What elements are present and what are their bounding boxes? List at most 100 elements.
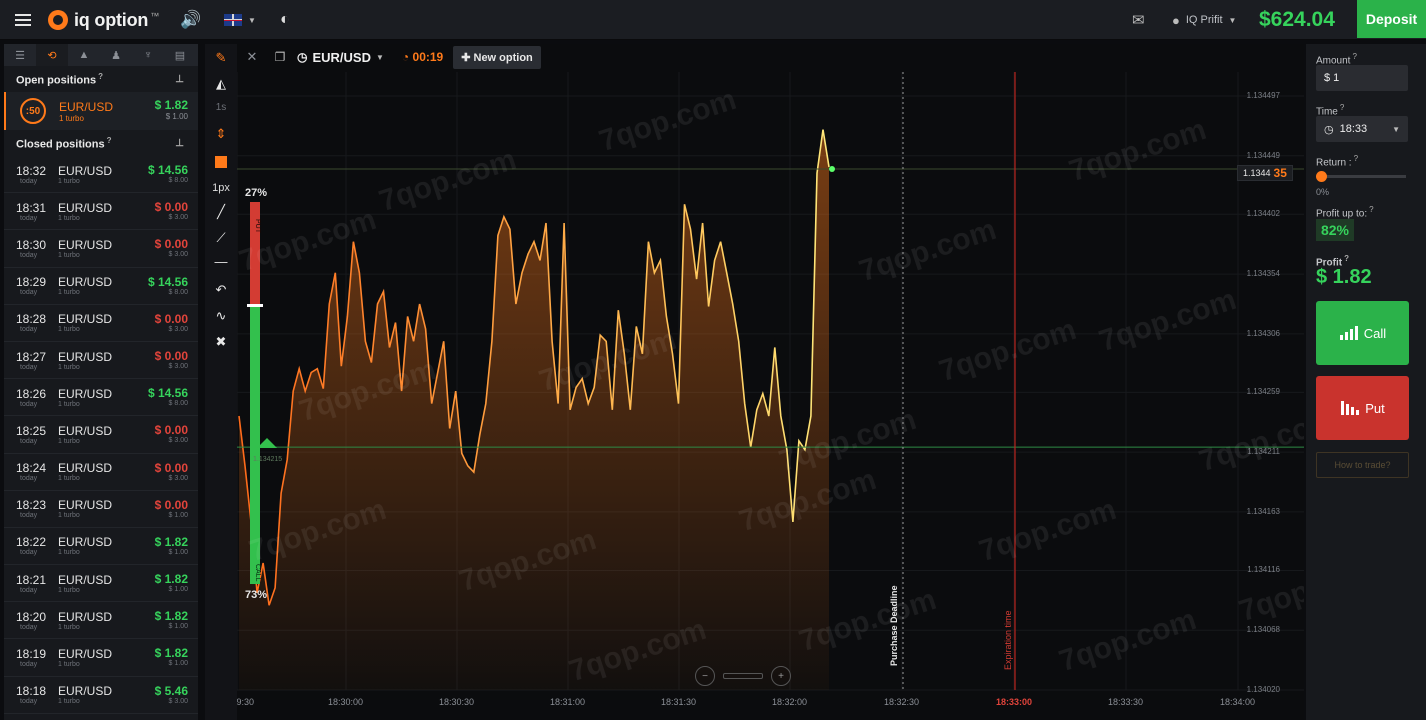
position-time: 18:32 today [16, 164, 58, 185]
line-width-selector[interactable]: 1px [205, 182, 237, 194]
menu-icon[interactable] [14, 0, 32, 40]
position-stake: $ 8.00 [168, 400, 188, 408]
closed-position-row[interactable]: 18:18 today EUR/USD 1 turbo $ 5.46 $ 3.00 [4, 677, 198, 714]
closed-position-row[interactable]: 18:31 today EUR/USD 1 turbo $ 0.00 $ 3.00 [4, 193, 198, 231]
chart-tab-icon[interactable]: ▲ [68, 44, 100, 66]
put-button[interactable]: Put [1316, 376, 1409, 440]
language-selector[interactable]: ▼ [224, 0, 256, 40]
indicator-icon[interactable]: ∿ [205, 308, 237, 324]
speaker-icon[interactable]: 🔊 [180, 0, 201, 40]
closed-position-row[interactable]: 18:24 today EUR/USD 1 turbo $ 0.00 $ 3.00 [4, 454, 198, 491]
balance[interactable]: $624.04 [1259, 0, 1335, 40]
expiration-time-label: Expiration time [1003, 610, 1013, 670]
people-tab-icon[interactable]: ♟ [100, 44, 132, 66]
position-time-value: 18:21 [16, 572, 47, 587]
x-tick-label: 18:32:00 [772, 697, 808, 707]
put-percentage: 27% [245, 187, 268, 199]
logo[interactable]: iq option ™ [48, 0, 159, 40]
bulb-icon[interactable]: ◐ [280, 0, 290, 40]
closed-position-row[interactable]: 18:23 today EUR/USD 1 turbo $ 0.00 $ 1.00 [4, 491, 198, 528]
closed-position-row[interactable]: 18:19 today EUR/USD 1 turbo $ 1.82 $ 1.00 [4, 639, 198, 677]
closed-position-row[interactable]: 18:21 today EUR/USD 1 turbo $ 1.82 $ 1.00 [4, 565, 198, 603]
video-tab-icon[interactable]: ▤ [164, 44, 196, 66]
zoom-slider[interactable] [723, 673, 763, 679]
tournament-tab-icon[interactable]: ♆ [132, 44, 164, 66]
position-day: today [20, 437, 38, 445]
close-icon[interactable]: ✕ [237, 49, 267, 65]
zoom-out-icon[interactable]: − [695, 666, 715, 686]
deposit-button[interactable]: Deposit [1357, 0, 1426, 38]
position-asset: EUR/USD 1 turbo [58, 610, 112, 631]
position-value: $ 0.00 $ 1.00 [155, 498, 188, 519]
return-slider-track[interactable] [1318, 175, 1406, 178]
time-selector[interactable]: ◷ 18:33 ▼ [1316, 116, 1408, 142]
amount-input[interactable]: $ 1 [1316, 65, 1408, 91]
copy-icon[interactable]: ❐ [267, 50, 293, 64]
position-time: 18:19 today [16, 647, 58, 668]
candle-type-icon[interactable]: ⇕ [205, 126, 237, 142]
position-time: 18:31 today [16, 201, 58, 222]
return-slider-handle[interactable] [1316, 171, 1327, 182]
undo-icon[interactable]: ↶ [205, 282, 237, 298]
position-day: today [20, 289, 38, 297]
closed-position-row[interactable]: 18:26 today EUR/USD 1 turbo $ 14.56 $ 8.00 [4, 379, 198, 417]
x-tick-label: 18:34:00 [1220, 697, 1256, 707]
y-tick-label: 1.134163 [1246, 506, 1280, 516]
y-tick-label: 1.134020 [1246, 685, 1280, 694]
line-tool-icon[interactable]: ╱ [205, 204, 237, 220]
history-tab-icon[interactable]: ⟲ [36, 44, 68, 66]
closed-position-row[interactable]: 18:25 today EUR/USD 1 turbo $ 0.00 $ 3.00 [4, 416, 198, 454]
position-time: 18:29 today [16, 275, 58, 296]
position-day: today [20, 400, 38, 408]
position-symbol: EUR/USD [58, 535, 113, 550]
pin-icon[interactable]: ⊥ [175, 74, 184, 85]
position-stake: $ 1.00 [165, 112, 188, 121]
position-type: 1 turbo [58, 549, 80, 557]
position-value: $ 0.00 $ 3.00 [155, 349, 188, 370]
position-time: 18:20 today [16, 610, 58, 631]
call-button[interactable]: Call [1316, 301, 1409, 365]
y-tick-label: 1.134116 [1247, 565, 1280, 575]
open-position-row[interactable]: :50 EUR/USD 1 turbo $ 1.82 $ 1.00 [4, 92, 198, 130]
how-to-trade-button[interactable]: How to trade? [1316, 452, 1409, 478]
clock-icon: ◷ [1324, 123, 1334, 136]
closed-position-row[interactable]: 18:27 today EUR/USD 1 turbo $ 0.00 $ 3.00 [4, 342, 198, 380]
timeframe-icon[interactable]: 1s [205, 102, 237, 113]
position-result: $ 1.82 [154, 572, 188, 587]
position-asset: EUR/USD 1 turbo [58, 424, 112, 445]
mail-icon[interactable]: ✉ [1132, 0, 1145, 40]
closed-position-row[interactable]: 18:30 today EUR/USD 1 turbo $ 0.00 $ 3.00 [4, 230, 198, 268]
position-time-value: 18:20 [16, 609, 47, 624]
position-asset: EUR/USD 1 turbo [58, 647, 112, 668]
closed-position-row[interactable]: 18:29 today EUR/USD 1 turbo $ 14.56 $ 8.00 [4, 268, 198, 305]
new-option-button[interactable]: ✚ New option [453, 45, 541, 69]
closed-positions-header: Closed positions? ⊥ [4, 130, 198, 156]
delete-icon[interactable]: ✖ [205, 334, 237, 350]
horizontal-line-icon[interactable]: — [205, 254, 237, 269]
area-chart-icon[interactable]: ◭ [205, 76, 237, 92]
position-stake: $ 3.00 [168, 474, 188, 482]
closed-position-row[interactable]: 18:28 today EUR/USD 1 turbo $ 0.00 $ 3.00 [4, 305, 198, 342]
position-asset: EUR/USD 1 turbo [58, 350, 112, 371]
color-swatch-icon[interactable] [215, 156, 227, 168]
asset-selector[interactable]: ◷ EUR/USD ▼ [293, 50, 392, 65]
chart-canvas[interactable]: PUT CALL 1.134215 [237, 44, 1304, 720]
pencil-icon[interactable]: ✎ [205, 50, 237, 66]
position-result: $ 0.00 [154, 237, 188, 252]
zoom-in-icon[interactable]: + [771, 666, 791, 686]
position-time-value: 18:19 [16, 647, 47, 662]
user-menu[interactable]: ● IQ Prifit ▼ [1172, 0, 1236, 40]
price-chart[interactable]: PUT CALL 1.134215 ✕ ❐ ◷ EUR/USD ▼ ◔ 00:19 … [237, 44, 1304, 720]
closed-position-row[interactable]: 18:20 today EUR/USD 1 turbo $ 1.82 $ 1.00 [4, 602, 198, 640]
closed-position-row[interactable]: 18:22 today EUR/USD 1 turbo $ 1.82 $ 1.00 [4, 528, 198, 566]
ray-tool-icon[interactable]: ⟋ [205, 230, 237, 246]
position-day: today [20, 512, 38, 520]
current-price-tag: 1.1344 35 [1237, 165, 1293, 181]
menu-tab-icon[interactable]: ☰ [4, 44, 36, 66]
closed-position-row[interactable]: 18:32 today EUR/USD 1 turbo $ 14.56 $ 8.00 [4, 156, 198, 194]
position-type: 1 turbo [58, 475, 80, 483]
position-symbol: EUR/USD [58, 609, 113, 624]
pin-icon[interactable]: ⊥ [175, 138, 184, 149]
help-icon[interactable]: ? [107, 136, 112, 145]
help-icon[interactable]: ? [98, 72, 103, 81]
